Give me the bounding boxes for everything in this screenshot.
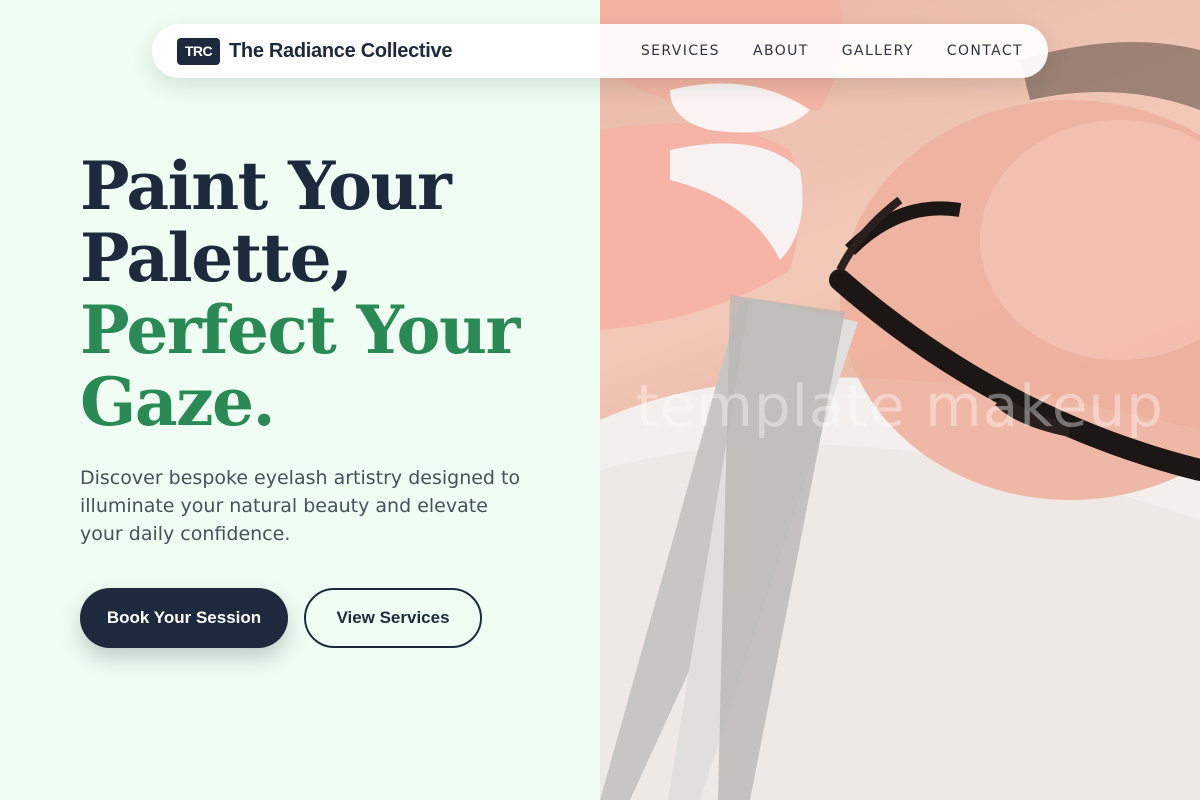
- brand-name[interactable]: The Radiance Collective: [229, 40, 452, 63]
- headline-line-2: Palette,: [80, 219, 353, 297]
- top-nav: TRC The Radiance Collective SERVICES ABO…: [152, 24, 1048, 78]
- nav-link-about[interactable]: ABOUT: [753, 43, 809, 59]
- hero-headline: Paint Your Palette, Perfect Your Gaze.: [80, 147, 520, 441]
- nav-link-contact[interactable]: CONTACT: [947, 43, 1023, 59]
- headline-line-4: Gaze.: [80, 363, 276, 441]
- view-services-button[interactable]: View Services: [304, 588, 482, 648]
- hero-subtext: Discover bespoke eyelash artistry design…: [80, 467, 521, 545]
- nav-link-services[interactable]: SERVICES: [641, 43, 720, 59]
- book-session-button[interactable]: Book Your Session: [80, 588, 288, 648]
- nav-links: SERVICES ABOUT GALLERY CONTACT: [608, 43, 1023, 59]
- nav-link-gallery[interactable]: GALLERY: [842, 43, 914, 59]
- headline-line-3: Perfect Your: [80, 291, 520, 369]
- logo-badge[interactable]: TRC: [177, 37, 220, 65]
- headline-line-1: Paint Your: [80, 147, 452, 225]
- image-watermark: template makeup: [636, 372, 1165, 440]
